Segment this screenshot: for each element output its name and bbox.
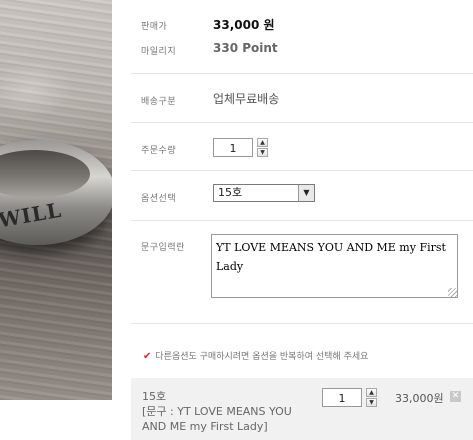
divider (131, 73, 473, 74)
remove-option-close-icon[interactable]: ✕ (450, 391, 461, 402)
option-notice-text: 다른옵션도 구매하시려면 옵션을 반복하여 선택해 주세요 (155, 352, 369, 362)
divider (131, 323, 473, 324)
resize-grip-icon[interactable] (448, 288, 457, 297)
quantity-stepper[interactable]: ▲ ▼ (257, 138, 268, 157)
option-selected-value: 15호 (218, 186, 243, 199)
quantity-up-button[interactable]: ▲ (257, 138, 268, 147)
price-label: 판매가 (141, 22, 168, 32)
engraving-textarea[interactable]: YT LOVE MEANS YOU AND ME my First Lady (211, 234, 458, 298)
divider (131, 122, 473, 123)
price-value: 33,000 원 (213, 18, 275, 32)
engraving-label: 문구입력란 (141, 243, 185, 253)
product-info-panel: 판매가 33,000 원 마일리지 330 Point 배송구분 업체무료배송 … (131, 0, 473, 440)
quantity-label: 주문수량 (141, 146, 177, 156)
mileage-value: 330 Point (213, 41, 278, 55)
selected-option-name: 15호 [문구 : YT LOVE MEANS YOU AND ME my Fi… (142, 389, 317, 434)
selected-quantity-stepper[interactable]: ▲ ▼ (366, 388, 377, 407)
option-select[interactable]: 15호 ▼ (213, 184, 315, 202)
selected-quantity-down-button[interactable]: ▼ (366, 398, 377, 407)
selected-option-engraving: [문구 : YT LOVE MEANS YOU AND ME my First … (142, 405, 292, 433)
selected-option-title: 15호 (142, 390, 167, 403)
shipping-value: 업체무료배송 (213, 92, 280, 106)
selected-quantity-input[interactable]: 1 (322, 388, 362, 407)
quantity-down-button[interactable]: ▼ (257, 148, 268, 157)
divider (131, 170, 473, 171)
check-icon: ✔ (143, 351, 152, 362)
selected-option-row: 15호 [문구 : YT LOVE MEANS YOU AND ME my Fi… (131, 378, 473, 440)
quantity-input[interactable]: 1 (213, 138, 253, 157)
mileage-label: 마일리지 (141, 47, 177, 57)
divider (131, 220, 473, 221)
selected-quantity-up-button[interactable]: ▲ (366, 388, 377, 397)
product-photo: WILL (0, 0, 112, 400)
selected-option-price: 33,000원 (395, 392, 444, 405)
option-notice: ✔ 다른옵션도 구매하시려면 옵션을 반복하여 선택해 주세요 (143, 349, 368, 362)
shipping-label: 배송구분 (141, 97, 177, 107)
option-label: 옵션선택 (141, 194, 177, 204)
chevron-down-icon[interactable]: ▼ (298, 185, 314, 201)
